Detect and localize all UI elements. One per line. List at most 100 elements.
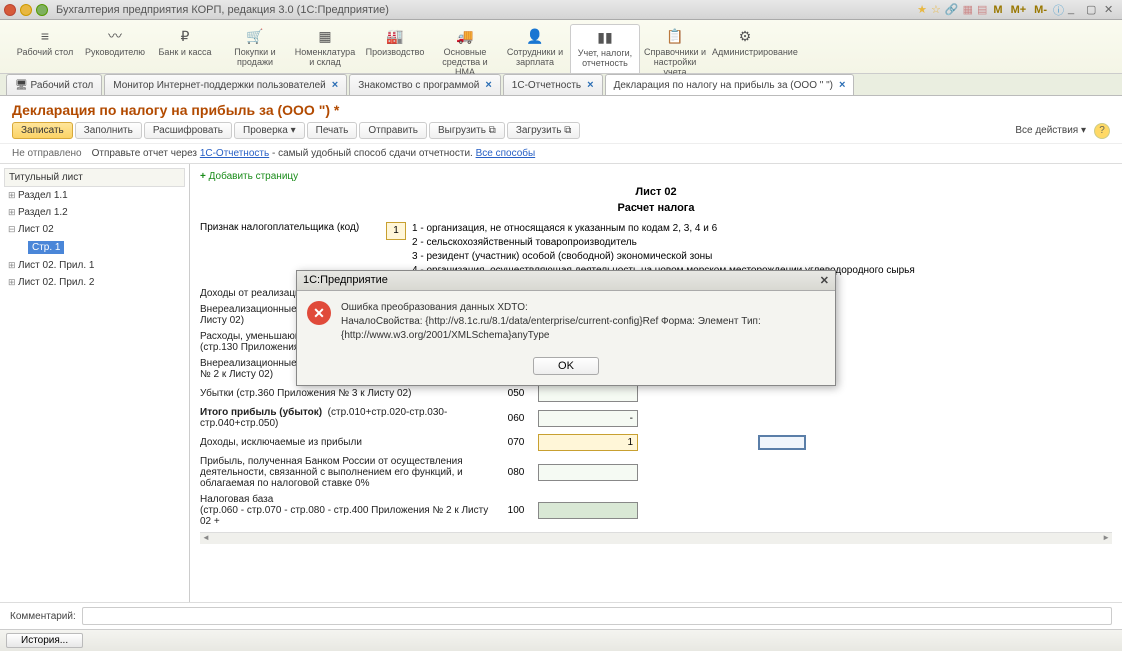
all-actions-button[interactable]: Все действия ▾ bbox=[1015, 125, 1086, 136]
send-button[interactable]: Отправить bbox=[359, 122, 427, 139]
page-header: Декларация по налогу на прибыль за (ООО … bbox=[0, 96, 1122, 143]
row-field[interactable] bbox=[538, 464, 638, 481]
toolbar-purchases[interactable]: 🛒Покупки и продажи bbox=[220, 24, 290, 73]
main-toolbar: ≡Рабочий стол 〰Руководителю ₽Банк и касс… bbox=[0, 20, 1122, 74]
all-methods-link[interactable]: Все способы bbox=[476, 148, 536, 159]
code-input[interactable]: 1 bbox=[386, 222, 406, 240]
grid-icon: ▦ bbox=[292, 26, 358, 46]
tree-panel: Титульный лист ⊞Раздел 1.1 ⊞Раздел 1.2 ⊟… bbox=[0, 164, 190, 602]
cart-icon: 🛒 bbox=[222, 26, 288, 46]
check-button[interactable]: Проверка ▾ bbox=[234, 122, 305, 139]
m-minus-button[interactable]: M- bbox=[1034, 4, 1047, 16]
calc-icon[interactable]: ▦ bbox=[963, 3, 973, 16]
bars-icon: ▮▮ bbox=[573, 27, 637, 47]
row-label: Убытки (стр.360 Приложения № 3 к Листу 0… bbox=[200, 388, 500, 399]
desktop-tab-icon: 🖥 bbox=[15, 80, 28, 91]
tree-sheet-02-app1[interactable]: ⊞Лист 02. Прил. 1 bbox=[4, 257, 185, 274]
expand-icon[interactable]: ⊞ bbox=[8, 260, 18, 271]
history-button[interactable]: История... bbox=[6, 633, 83, 648]
toolbar-assets[interactable]: 🚚Основные средства и НМА bbox=[430, 24, 500, 73]
restore-icon[interactable]: ▢ bbox=[1086, 3, 1100, 17]
extra-box[interactable] bbox=[758, 435, 806, 450]
form-row: Итого прибыль (убыток) (стр.010+стр.020-… bbox=[200, 407, 1112, 429]
close-icon[interactable]: × bbox=[485, 79, 491, 91]
print-button[interactable]: Печать bbox=[307, 122, 358, 139]
link-icon[interactable]: 🔗 bbox=[945, 3, 959, 16]
row-field[interactable]: - bbox=[538, 410, 638, 427]
maximize-window-icon[interactable] bbox=[36, 4, 48, 16]
minimize-icon[interactable]: _ bbox=[1068, 3, 1082, 17]
export-button[interactable]: Выгрузить ⧉ bbox=[429, 122, 505, 139]
minimize-window-icon[interactable] bbox=[20, 4, 32, 16]
horizontal-scrollbar[interactable] bbox=[200, 532, 1112, 544]
form-row: Убытки (стр.360 Приложения № 3 к Листу 0… bbox=[200, 385, 1112, 402]
star-icon-2[interactable]: ☆ bbox=[931, 3, 941, 16]
form-row: Налоговая база (стр.060 - стр.070 - стр.… bbox=[200, 494, 1112, 527]
tab-desktop[interactable]: 🖥 Рабочий стол bbox=[6, 74, 102, 95]
tab-reporting[interactable]: 1С-Отчетность× bbox=[503, 74, 603, 95]
tab-monitor[interactable]: Монитор Интернет-поддержки пользователей… bbox=[104, 74, 347, 95]
add-page-link[interactable]: Добавить страницу bbox=[200, 171, 298, 182]
toolbar-desktop[interactable]: ≡Рабочий стол bbox=[10, 24, 80, 73]
menu-icon: ≡ bbox=[12, 26, 78, 46]
dialog-close-icon[interactable]: ✕ bbox=[820, 274, 829, 287]
calendar-icon[interactable]: ▤ bbox=[977, 3, 987, 16]
tree-section-1-2[interactable]: ⊞Раздел 1.2 bbox=[4, 204, 185, 221]
close-icon[interactable]: × bbox=[587, 79, 593, 91]
dialog-titlebar[interactable]: 1С:Предприятие ✕ bbox=[297, 271, 835, 291]
toolbar-references[interactable]: 📋Справочники и настройки учета bbox=[640, 24, 710, 73]
expand-icon[interactable]: ⊞ bbox=[8, 277, 18, 288]
tab-declaration[interactable]: Декларация по налогу на прибыль за (ООО … bbox=[605, 74, 855, 95]
row-label: Прибыль, полученная Банком России от осу… bbox=[200, 456, 500, 489]
tree-page-1[interactable]: Стр. 1 bbox=[4, 238, 185, 257]
tree-section-1-1[interactable]: ⊞Раздел 1.1 bbox=[4, 187, 185, 204]
star-icon[interactable]: ★ bbox=[917, 3, 927, 16]
tabbar: 🖥 Рабочий стол Монитор Интернет-поддержк… bbox=[0, 74, 1122, 96]
ok-button[interactable]: OK bbox=[533, 357, 599, 375]
toolbar-nomenclature[interactable]: ▦Номенклатура и склад bbox=[290, 24, 360, 73]
decode-button[interactable]: Расшифровать bbox=[144, 122, 232, 139]
chart-icon: 〰 bbox=[82, 26, 148, 46]
truck-icon: 🚚 bbox=[432, 26, 498, 46]
help-icon[interactable]: ? bbox=[1094, 123, 1110, 139]
form-row: Доходы, исключаемые из прибыли0701 bbox=[200, 434, 1112, 451]
close-icon[interactable]: ✕ bbox=[1104, 3, 1118, 17]
row-field[interactable] bbox=[538, 502, 638, 519]
clipboard-icon: 📋 bbox=[642, 26, 708, 46]
person-icon: 👤 bbox=[502, 26, 568, 46]
toolbar-admin[interactable]: ⚙Администрирование bbox=[710, 24, 780, 73]
row-code: 070 bbox=[500, 437, 532, 448]
tree-sheet-02-app2[interactable]: ⊞Лист 02. Прил. 2 bbox=[4, 274, 185, 291]
row-field[interactable]: 1 bbox=[538, 434, 638, 451]
titlebar: Бухгалтерия предприятия КОРП, редакция 3… bbox=[0, 0, 1122, 20]
toolbar-bank[interactable]: ₽Банк и касса bbox=[150, 24, 220, 73]
collapse-icon[interactable]: ⊟ bbox=[8, 224, 18, 235]
load-button[interactable]: Загрузить ⧉ bbox=[507, 122, 581, 139]
status-bar: Не отправлено Отправьте отчет через 1С-О… bbox=[0, 143, 1122, 164]
toolbar-production[interactable]: 🏭Производство bbox=[360, 24, 430, 73]
tree-title-sheet[interactable]: Титульный лист bbox=[4, 168, 185, 187]
error-icon: ✕ bbox=[307, 301, 331, 325]
factory-icon: 🏭 bbox=[362, 26, 428, 46]
toolbar-manager[interactable]: 〰Руководителю bbox=[80, 24, 150, 73]
window-controls bbox=[4, 4, 48, 16]
row-field[interactable] bbox=[538, 385, 638, 402]
info-icon[interactable]: ⓘ bbox=[1053, 2, 1064, 18]
m-plus-button[interactable]: M+ bbox=[1011, 4, 1027, 16]
toolbar-employees[interactable]: 👤Сотрудники и зарплата bbox=[500, 24, 570, 73]
reporting-link[interactable]: 1С-Отчетность bbox=[200, 148, 269, 159]
m-button[interactable]: M bbox=[993, 4, 1002, 16]
expand-icon[interactable]: ⊞ bbox=[8, 190, 18, 201]
fill-button[interactable]: Заполнить bbox=[75, 122, 142, 139]
close-window-icon[interactable] bbox=[4, 4, 16, 16]
close-icon[interactable]: × bbox=[839, 79, 845, 91]
row-code: 060 bbox=[500, 413, 532, 424]
tab-intro[interactable]: Знакомство с программой× bbox=[349, 74, 501, 95]
write-button[interactable]: Записать bbox=[12, 122, 73, 139]
comment-input[interactable] bbox=[82, 607, 1112, 625]
close-icon[interactable]: × bbox=[332, 79, 338, 91]
tree-sheet-02[interactable]: ⊟Лист 02 bbox=[4, 221, 185, 238]
row-code: 100 bbox=[500, 505, 532, 516]
expand-icon[interactable]: ⊞ bbox=[8, 207, 18, 218]
toolbar-taxes[interactable]: ▮▮Учет, налоги, отчетность bbox=[570, 24, 640, 73]
